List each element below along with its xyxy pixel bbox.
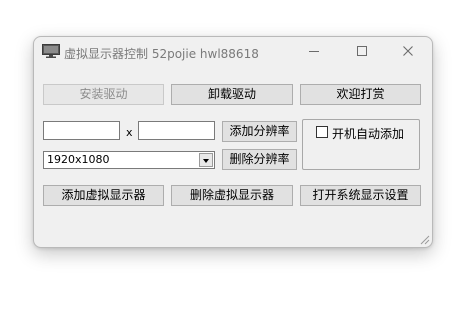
width-input[interactable] [43,121,120,140]
maximize-icon [356,45,368,60]
maximize-button[interactable] [344,41,380,63]
install-driver-button[interactable]: 安装驱动 [43,84,164,105]
delete-resolution-button[interactable]: 删除分辨率 [222,149,297,170]
window-title: 虚拟显示器控制 52pojie hwl88618 [64,47,259,61]
close-icon [402,45,414,60]
main-window: 虚拟显示器控制 52pojie hwl88618 安装驱动 卸载驱动 欢迎打赏 … [33,36,433,248]
title-bar[interactable]: 虚拟显示器控制 52pojie hwl88618 [34,37,432,67]
resolution-separator: x [126,126,133,139]
open-display-settings-button[interactable]: 打开系统显示设置 [300,185,421,206]
donate-button[interactable]: 欢迎打赏 [300,84,421,105]
minimize-icon [308,45,320,60]
add-resolution-button[interactable]: 添加分辨率 [222,121,297,142]
autostart-checkbox[interactable] [316,126,328,138]
minimize-button[interactable] [296,41,332,63]
add-virtual-display-button[interactable]: 添加虚拟显示器 [43,185,164,206]
delete-virtual-display-button[interactable]: 删除虚拟显示器 [171,185,293,206]
autostart-label[interactable]: 开机自动添加 [332,125,404,142]
resolution-select[interactable]: 1920x1080 [43,151,215,169]
resolution-select-value: 1920x1080 [47,153,110,166]
monitor-icon [42,44,60,58]
chevron-down-icon[interactable] [199,153,213,167]
uninstall-driver-button[interactable]: 卸载驱动 [171,84,293,105]
close-button[interactable] [390,41,426,63]
height-input[interactable] [138,121,215,140]
resize-grip-icon[interactable] [418,233,430,245]
